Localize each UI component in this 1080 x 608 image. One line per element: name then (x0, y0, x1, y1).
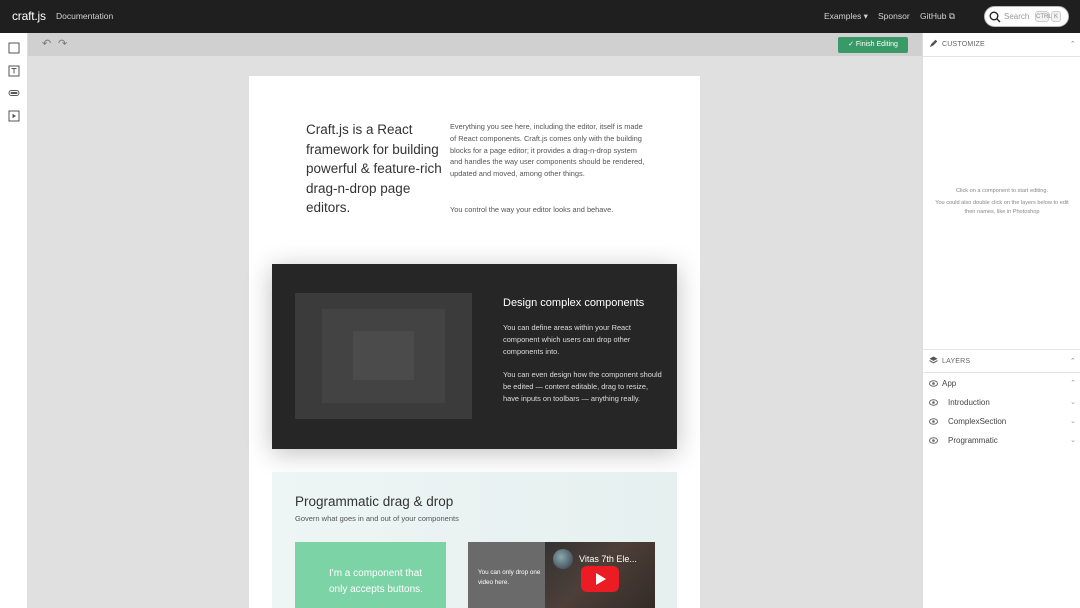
intro-paragraph-1[interactable]: Everything you see here, including the e… (450, 121, 650, 180)
brand-logo[interactable]: craft.js (12, 9, 46, 23)
canvas-toolbar: ↶ ↷ (28, 33, 922, 56)
customize-message: Click on a component to start editing. (955, 188, 1049, 194)
github-link[interactable]: GitHub ⧉ (920, 11, 955, 22)
settings-panel: CUSTOMIZE ⌃ Click on a component to star… (922, 33, 1080, 608)
nested-container-inner[interactable] (353, 331, 414, 380)
editor-canvas: Craft.js is a React framework for buildi… (28, 56, 922, 608)
undo-icon[interactable]: ↶ (42, 39, 51, 50)
video-drop-label[interactable]: You can only drop one video here. (478, 568, 542, 587)
button-icon[interactable] (8, 87, 20, 99)
layer-name[interactable]: Introduction (948, 398, 990, 407)
documentation-link[interactable]: Documentation (56, 11, 113, 21)
programmatic-section[interactable]: Programmatic drag & drop Govern what goe… (272, 472, 677, 608)
eye-icon[interactable] (929, 437, 938, 444)
customize-hint: You could also double click on the layer… (935, 200, 1069, 215)
complex-heading[interactable]: Design complex components (503, 297, 644, 309)
nested-container-middle[interactable] (322, 309, 445, 403)
layer-name[interactable]: Programmatic (948, 436, 998, 445)
nested-container-outer[interactable] (295, 293, 472, 419)
buttons-only-text[interactable]: I'm a component that only accepts button… (329, 566, 439, 597)
kbd-k: K (1051, 11, 1061, 22)
search-placeholder: Search (1004, 12, 1030, 21)
youtube-video[interactable]: Vitas 7th Ele... (545, 542, 655, 608)
layer-name[interactable]: ComplexSection (948, 417, 1006, 426)
chevron-down-icon[interactable]: ⌄ (1070, 398, 1076, 406)
layers-icon (929, 356, 938, 364)
layers-header[interactable]: LAYERS ⌃ (923, 349, 1080, 373)
search-icon (989, 11, 1001, 23)
chevron-up-icon[interactable]: ⌃ (1070, 379, 1076, 387)
chevron-down-icon[interactable]: ⌄ (1070, 436, 1076, 444)
layer-item-introduction[interactable]: Introduction ⌄ (923, 393, 1080, 412)
programmatic-heading[interactable]: Programmatic drag & drop (295, 494, 453, 509)
buttons-only-container[interactable]: I'm a component that only accepts button… (295, 542, 446, 608)
chevron-down-icon[interactable]: ⌄ (1070, 417, 1076, 425)
redo-icon[interactable]: ↷ (58, 39, 67, 50)
app-frame[interactable]: Craft.js is a React framework for buildi… (249, 76, 700, 608)
video-drop-container[interactable]: You can only drop one video here. Vitas … (468, 542, 655, 608)
sponsor-link[interactable]: Sponsor (878, 11, 910, 21)
layer-item-app[interactable]: App ⌃ (923, 374, 1080, 393)
video-title: Vitas 7th Ele... (579, 554, 637, 564)
layer-item-programmatic[interactable]: Programmatic ⌄ (923, 431, 1080, 450)
complex-section[interactable]: Design complex components You can define… (272, 264, 677, 449)
layer-name[interactable]: App (942, 379, 956, 388)
intro-heading[interactable]: Craft.js is a React framework for buildi… (306, 120, 446, 218)
kbd-ctrl: CTRL (1035, 11, 1052, 22)
pencil-icon (930, 39, 938, 47)
customize-title: CUSTOMIZE (942, 41, 985, 48)
text-icon[interactable] (8, 65, 20, 77)
video-icon[interactable] (8, 110, 20, 122)
chevron-up-icon[interactable]: ⌃ (1070, 357, 1076, 365)
search-button[interactable]: Search CTRL K (984, 6, 1069, 27)
chevron-up-icon[interactable]: ⌃ (1070, 40, 1076, 48)
youtube-play-icon[interactable] (581, 566, 619, 592)
top-navbar: craft.js Documentation Examples ▾ Sponso… (0, 0, 1080, 33)
programmatic-subheading[interactable]: Govern what goes in and out of your comp… (295, 514, 459, 523)
complex-paragraph-1[interactable]: You can define areas within your React c… (503, 322, 663, 357)
channel-avatar (553, 549, 573, 569)
layers-title: LAYERS (942, 358, 971, 365)
intro-paragraph-2[interactable]: You control the way your editor looks an… (450, 204, 650, 216)
customize-header[interactable]: CUSTOMIZE ⌃ (923, 33, 1080, 57)
toolbox-sidebar (0, 33, 28, 608)
layer-item-complexsection[interactable]: ComplexSection ⌄ (923, 412, 1080, 431)
examples-menu[interactable]: Examples ▾ (824, 11, 868, 22)
finish-editing-button[interactable]: ✓ Finish Editing (838, 37, 908, 53)
container-icon[interactable] (8, 42, 20, 54)
eye-icon[interactable] (929, 418, 938, 425)
eye-icon[interactable] (929, 399, 938, 406)
complex-paragraph-2[interactable]: You can even design how the component sh… (503, 369, 663, 404)
eye-icon[interactable] (929, 380, 938, 387)
